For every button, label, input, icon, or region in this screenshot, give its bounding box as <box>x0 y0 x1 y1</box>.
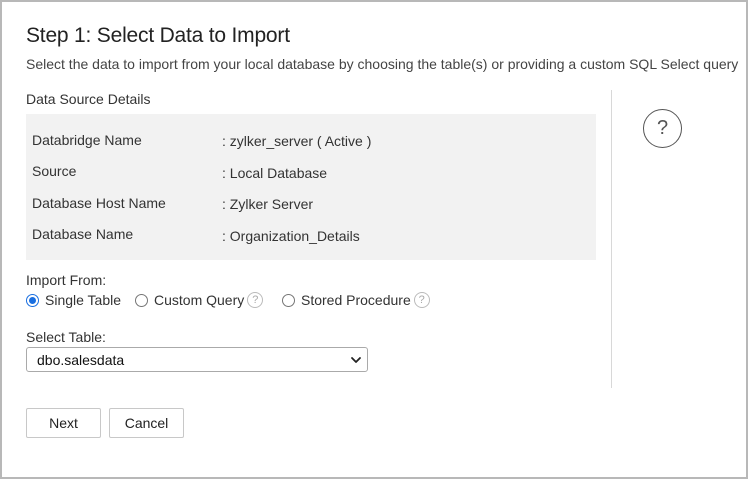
page-title: Step 1: Select Data to Import <box>26 24 290 47</box>
radio-stored-procedure-label: Stored Procedure <box>301 292 411 308</box>
radio-custom-query[interactable]: Custom Query ? <box>135 292 264 308</box>
source-label: Source <box>32 163 77 179</box>
database-host-name-value: : Zylker Server <box>222 196 314 212</box>
radio-single-table[interactable]: Single Table <box>26 292 121 308</box>
select-table-value: dbo.salesdata <box>37 351 125 368</box>
source-value: : Local Database <box>222 165 328 181</box>
page-subtitle: Select the data to import from your loca… <box>26 56 739 72</box>
database-name-label: Database Name <box>32 226 134 242</box>
chevron-down-icon <box>351 357 361 363</box>
dialog: Step 1: Select Data to Import Select the… <box>0 0 748 479</box>
cancel-button[interactable]: Cancel <box>109 408 184 438</box>
data-source-heading: Data Source Details <box>26 91 151 107</box>
select-table-dropdown[interactable]: dbo.salesdata <box>26 347 368 372</box>
select-table-label: Select Table: <box>26 329 106 345</box>
data-source-details: Databridge Name : zylker_server ( Active… <box>26 114 596 260</box>
help-icon[interactable]: ? <box>643 109 682 148</box>
radio-button-icon[interactable] <box>282 293 295 307</box>
radio-single-table-label: Single Table <box>45 292 122 308</box>
database-name-value: : Organization_Details <box>222 228 360 244</box>
radio-button-checked-icon[interactable] <box>26 293 39 307</box>
next-button[interactable]: Next <box>26 408 101 438</box>
databridge-name-value: : zylker_server ( Active ) <box>222 133 372 149</box>
import-from-label: Import From: <box>26 272 107 288</box>
databridge-name-label: Databridge Name <box>32 132 142 148</box>
help-glyph: ? <box>656 117 669 139</box>
radio-custom-query-label: Custom Query <box>154 292 245 308</box>
vertical-divider <box>611 90 612 388</box>
stored-procedure-help-icon[interactable]: ? <box>413 292 430 308</box>
database-host-name-label: Database Host Name <box>32 195 166 211</box>
custom-query-help-icon[interactable]: ? <box>247 292 264 308</box>
radio-stored-procedure[interactable]: Stored Procedure ? <box>282 292 430 308</box>
radio-button-icon[interactable] <box>135 293 148 307</box>
